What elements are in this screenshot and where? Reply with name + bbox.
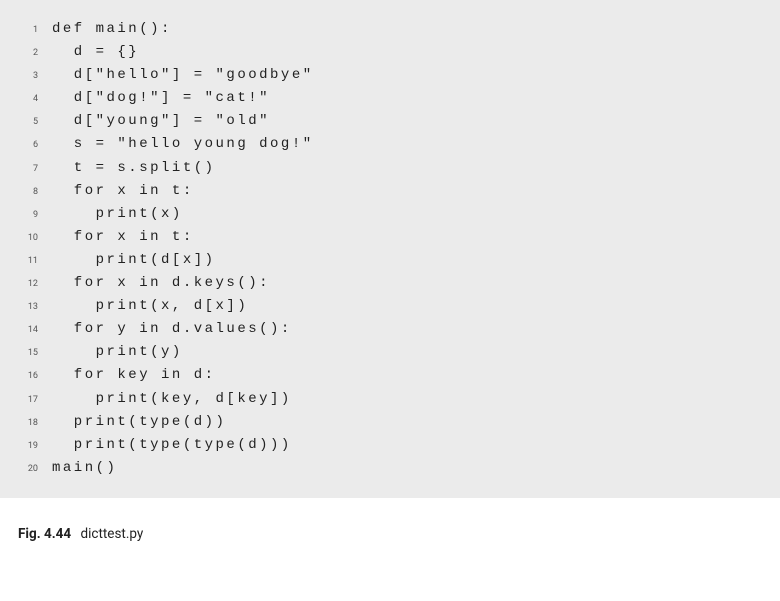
line-number: 5 (20, 115, 52, 130)
code-line: 18 print(type(d)) (20, 411, 760, 434)
code-line: 13 print(x, d[x]) (20, 295, 760, 318)
line-number: 14 (20, 323, 52, 338)
code-text: d["hello"] = "goodbye" (52, 64, 314, 87)
figure-caption: Fig. 4.44 dicttest.py (0, 498, 780, 542)
code-text: def main(): (52, 18, 172, 41)
code-text: for x in t: (52, 226, 194, 249)
line-number: 4 (20, 92, 52, 107)
code-text: main() (52, 457, 117, 480)
code-line: 12 for x in d.keys(): (20, 272, 760, 295)
code-text: print(key, d[key]) (52, 388, 292, 411)
code-text: print(y) (52, 341, 183, 364)
code-text: d["dog!"] = "cat!" (52, 87, 270, 110)
line-number: 1 (20, 23, 52, 38)
line-number: 9 (20, 208, 52, 223)
line-number: 3 (20, 69, 52, 84)
code-text: s = "hello young dog!" (52, 133, 314, 156)
code-line: 1 def main(): (20, 18, 760, 41)
code-line: 4 d["dog!"] = "cat!" (20, 87, 760, 110)
code-line: 14 for y in d.values(): (20, 318, 760, 341)
code-text: print(type(type(d))) (52, 434, 292, 457)
code-text: for y in d.values(): (52, 318, 292, 341)
code-line: 16 for key in d: (20, 364, 760, 387)
code-line: 10 for x in t: (20, 226, 760, 249)
line-number: 13 (20, 300, 52, 315)
line-number: 6 (20, 138, 52, 153)
code-text: for key in d: (52, 364, 216, 387)
code-line: 11 print(d[x]) (20, 249, 760, 272)
code-line: 5 d["young"] = "old" (20, 110, 760, 133)
code-text: d = {} (52, 41, 139, 64)
figure-title: dicttest.py (80, 526, 143, 542)
line-number: 11 (20, 254, 52, 269)
line-number: 10 (20, 231, 52, 246)
code-line: 7 t = s.split() (20, 157, 760, 180)
code-line: 17 print(key, d[key]) (20, 388, 760, 411)
code-line: 6 s = "hello young dog!" (20, 133, 760, 156)
code-text: print(x) (52, 203, 183, 226)
line-number: 12 (20, 277, 52, 292)
line-number: 20 (20, 462, 52, 477)
code-line: 9 print(x) (20, 203, 760, 226)
line-number: 2 (20, 46, 52, 61)
line-number: 19 (20, 439, 52, 454)
line-number: 16 (20, 369, 52, 384)
code-text: for x in t: (52, 180, 194, 203)
line-number: 7 (20, 162, 52, 177)
line-number: 15 (20, 346, 52, 361)
code-listing: 1 def main(): 2 d = {} 3 d["hello"] = "g… (0, 0, 780, 498)
code-text: print(x, d[x]) (52, 295, 248, 318)
code-text: print(d[x]) (52, 249, 216, 272)
code-line: 3 d["hello"] = "goodbye" (20, 64, 760, 87)
code-line: 19 print(type(type(d))) (20, 434, 760, 457)
code-line: 8 for x in t: (20, 180, 760, 203)
code-text: d["young"] = "old" (52, 110, 270, 133)
code-line: 15 print(y) (20, 341, 760, 364)
code-line: 20 main() (20, 457, 760, 480)
line-number: 8 (20, 185, 52, 200)
line-number: 17 (20, 393, 52, 408)
figure-label: Fig. 4.44 (18, 526, 71, 542)
code-text: t = s.split() (52, 157, 216, 180)
line-number: 18 (20, 416, 52, 431)
code-text: for x in d.keys(): (52, 272, 270, 295)
code-text: print(type(d)) (52, 411, 226, 434)
code-line: 2 d = {} (20, 41, 760, 64)
